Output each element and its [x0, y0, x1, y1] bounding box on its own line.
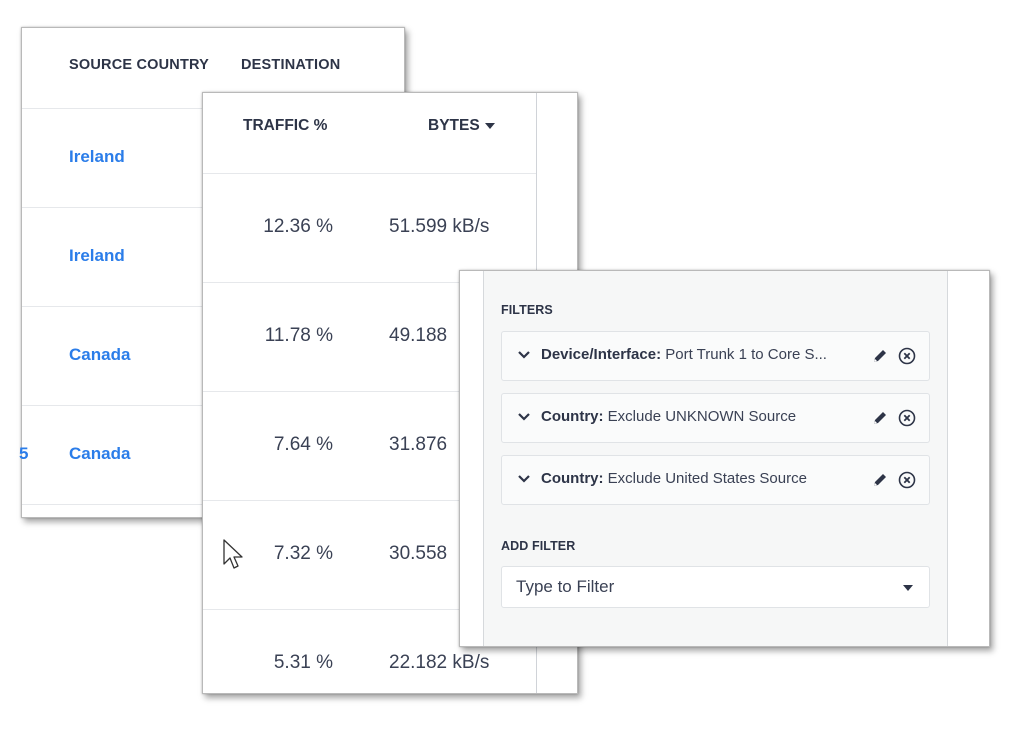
filter-text: Country: Exclude UNKNOWN Source — [541, 408, 796, 425]
filter-text: Device/Interface: Port Trunk 1 to Core S… — [541, 346, 827, 363]
source-country-link[interactable]: Canada — [69, 345, 130, 365]
pencil-icon[interactable] — [870, 346, 890, 366]
mouse-cursor-icon — [223, 539, 243, 569]
bytes-value: 49.188 — [389, 325, 448, 346]
filter-chip[interactable]: Country: Exclude UNKNOWN Source — [501, 393, 930, 443]
filter-value: Exclude UNKNOWN Source — [607, 408, 797, 425]
chevron-down-icon[interactable] — [516, 471, 532, 487]
bytes-value: 51.599 kB/s — [389, 216, 490, 237]
remove-circle-x-icon[interactable] — [897, 408, 917, 428]
filter-key: Country: — [541, 408, 604, 425]
column-header-source-country[interactable]: SOURCE COUNTRY — [69, 57, 209, 73]
truncated-cell: 5 — [19, 444, 29, 463]
table-header: TRAFFIC % BYTES — [203, 93, 536, 174]
filters-panel: FILTERS Device/Interface: Port Trunk 1 t… — [459, 270, 990, 647]
filter-chip[interactable]: Country: Exclude United States Source — [501, 455, 930, 505]
pencil-icon[interactable] — [870, 470, 890, 490]
add-filter-label: ADD FILTER — [501, 539, 576, 553]
traffic-percent: 12.36 % — [263, 216, 333, 237]
dropdown-caret-icon[interactable] — [903, 585, 913, 591]
bytes-value: 22.182 kB/s — [389, 652, 490, 673]
remove-circle-x-icon[interactable] — [897, 470, 917, 490]
bytes-header-label: BYTES — [428, 117, 480, 134]
bytes-value: 30.558 — [389, 543, 448, 564]
filter-value: Exclude United States Source — [607, 470, 807, 487]
source-country-link[interactable]: Ireland — [69, 147, 125, 167]
panel-left-strip — [460, 271, 484, 646]
filters-label: FILTERS — [501, 303, 553, 317]
filter-chip[interactable]: Device/Interface: Port Trunk 1 to Core S… — [501, 331, 930, 381]
source-country-link[interactable]: Canada — [69, 444, 130, 464]
chevron-down-icon[interactable] — [516, 347, 532, 363]
filter-value: Port Trunk 1 to Core S... — [665, 346, 827, 363]
remove-circle-x-icon[interactable] — [897, 346, 917, 366]
traffic-percent: 11.78 % — [264, 325, 333, 346]
filter-key: Country: — [541, 470, 604, 487]
table-row: 12.36 % 51.599 kB/s — [203, 174, 536, 283]
column-header-destination[interactable]: DESTINATION — [241, 57, 340, 73]
column-header-bytes[interactable]: BYTES — [428, 117, 495, 135]
chevron-down-icon[interactable] — [516, 409, 532, 425]
traffic-percent: 7.64 % — [273, 434, 333, 455]
bytes-value: 31.876 — [389, 434, 448, 455]
traffic-percent: 7.32 % — [273, 543, 333, 564]
pencil-icon[interactable] — [870, 408, 890, 428]
source-country-link[interactable]: Ireland — [69, 246, 125, 266]
filter-text: Country: Exclude United States Source — [541, 470, 807, 487]
column-header-traffic[interactable]: TRAFFIC % — [243, 117, 327, 135]
filter-key: Device/Interface: — [541, 346, 662, 363]
sort-caret-down-icon[interactable] — [484, 122, 495, 129]
add-filter-select[interactable]: Type to Filter — [501, 566, 930, 608]
traffic-percent: 5.31 % — [273, 652, 333, 673]
add-filter-placeholder: Type to Filter — [516, 577, 615, 596]
panel-right-strip — [947, 271, 989, 646]
